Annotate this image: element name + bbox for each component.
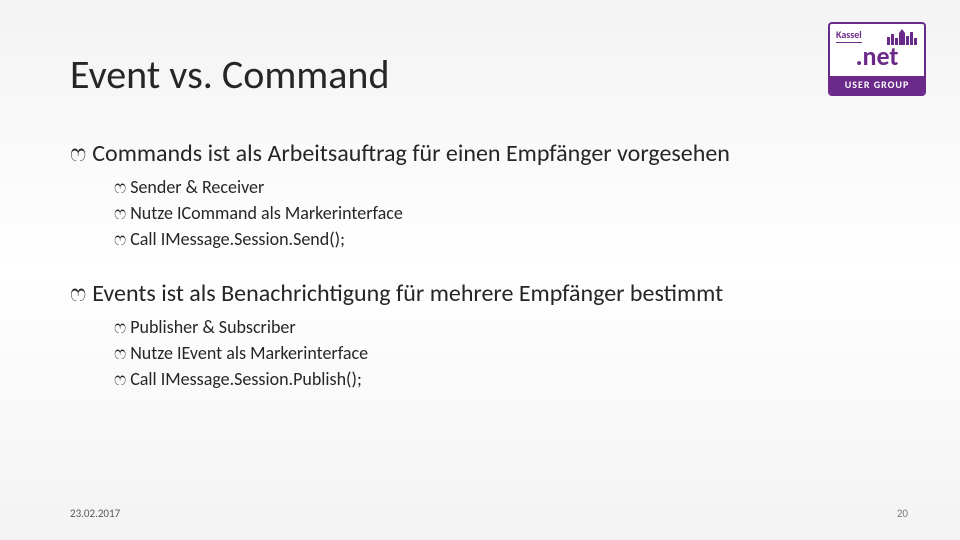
section-events: ෆ Events ist als Benachrichtigung für me… — [70, 279, 890, 391]
list-item: ෆ Call IMessage.Session.Publish(); — [114, 367, 890, 391]
bullet-icon: ෆ — [114, 175, 126, 199]
bullet-text: Publisher & Subscriber — [130, 315, 295, 339]
footer-date: 23.02.2017 — [70, 507, 120, 520]
bullet-icon: ෆ — [114, 341, 126, 365]
bullet-commands-heading: ෆ Commands ist als Arbeitsauftrag für ei… — [70, 139, 890, 169]
list-item: ෆ Nutze ICommand als Markerinterface — [114, 201, 890, 225]
bullet-text: Call IMessage.Session.Send(); — [130, 227, 345, 251]
bullet-text: Nutze IEvent als Markerinterface — [130, 341, 368, 365]
bullet-icon: ෆ — [70, 279, 86, 309]
list-item: ෆ Nutze IEvent als Markerinterface — [114, 341, 890, 365]
bullet-text: Events ist als Benachrichtigung für mehr… — [92, 279, 723, 309]
events-sublist: ෆ Publisher & Subscriber ෆ Nutze IEvent … — [114, 315, 890, 391]
bullet-icon: ෆ — [114, 201, 126, 225]
footer-page-number: 20 — [897, 507, 908, 520]
logo-badge: Kassel .net USER GROUP — [828, 22, 926, 96]
logo-brand: .net — [830, 42, 924, 70]
list-item: ෆ Publisher & Subscriber — [114, 315, 890, 339]
bullet-events-heading: ෆ Events ist als Benachrichtigung für me… — [70, 279, 890, 309]
bullet-icon: ෆ — [114, 227, 126, 251]
bullet-text: Call IMessage.Session.Publish(); — [130, 367, 362, 391]
list-item: ෆ Sender & Receiver — [114, 175, 890, 199]
bullet-text: Nutze ICommand als Markerinterface — [130, 201, 403, 225]
slide: Kassel .net USER GROUP Event vs. Command… — [0, 0, 960, 540]
bullet-icon: ෆ — [70, 139, 86, 169]
section-commands: ෆ Commands ist als Arbeitsauftrag für ei… — [70, 139, 890, 251]
bullet-text: Sender & Receiver — [130, 175, 264, 199]
logo-subtitle: USER GROUP — [830, 76, 924, 94]
bullet-icon: ෆ — [114, 367, 126, 391]
page-title: Event vs. Command — [70, 50, 890, 99]
list-item: ෆ Call IMessage.Session.Send(); — [114, 227, 890, 251]
bullet-text: Commands ist als Arbeitsauftrag für eine… — [92, 139, 730, 169]
bullet-icon: ෆ — [114, 315, 126, 339]
commands-sublist: ෆ Sender & Receiver ෆ Nutze ICommand als… — [114, 175, 890, 251]
